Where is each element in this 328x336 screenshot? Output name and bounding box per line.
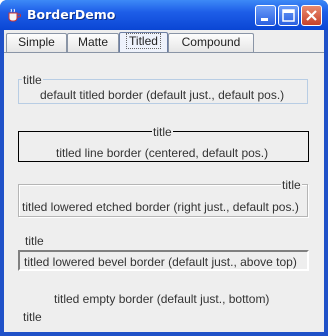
border-caption: default titled border (default just., de… [40,88,285,102]
close-icon [306,10,317,21]
titled-tab-panel: title default titled border (default jus… [4,53,324,332]
minimize-button[interactable] [255,5,276,26]
border-title: title [22,73,43,87]
border-title: title [22,310,43,324]
minimize-icon [261,18,268,21]
border-caption: titled lowered bevel border (default jus… [24,255,297,269]
app-window: BorderDemo Simple Matte Titled Compound … [0,0,328,336]
border-title: title [24,234,45,248]
tab-simple[interactable]: Simple [6,33,67,52]
tab-matte[interactable]: Matte [67,33,119,52]
title-bar[interactable]: BorderDemo [0,0,328,30]
tab-label: Compound [181,35,241,49]
border-title: title [152,125,173,139]
tab-titled[interactable]: Titled [119,32,168,53]
maximize-button[interactable] [278,5,299,26]
client-area: Simple Matte Titled Compound title defau… [4,30,324,332]
window-title: BorderDemo [27,7,116,22]
border-caption: titled line border (centered, default po… [56,146,269,160]
tab-compound[interactable]: Compound [168,33,254,52]
close-button[interactable] [301,5,322,26]
tab-label: Matte [77,35,108,49]
maximize-icon [282,9,295,22]
border-caption: titled empty border (default just., bott… [54,292,270,306]
tab-label: Simple [18,35,55,49]
border-title: title [281,178,302,192]
java-cup-icon [8,8,21,22]
border-caption: titled lowered etched border (right just… [22,200,299,214]
tab-label: Titled [126,33,161,49]
